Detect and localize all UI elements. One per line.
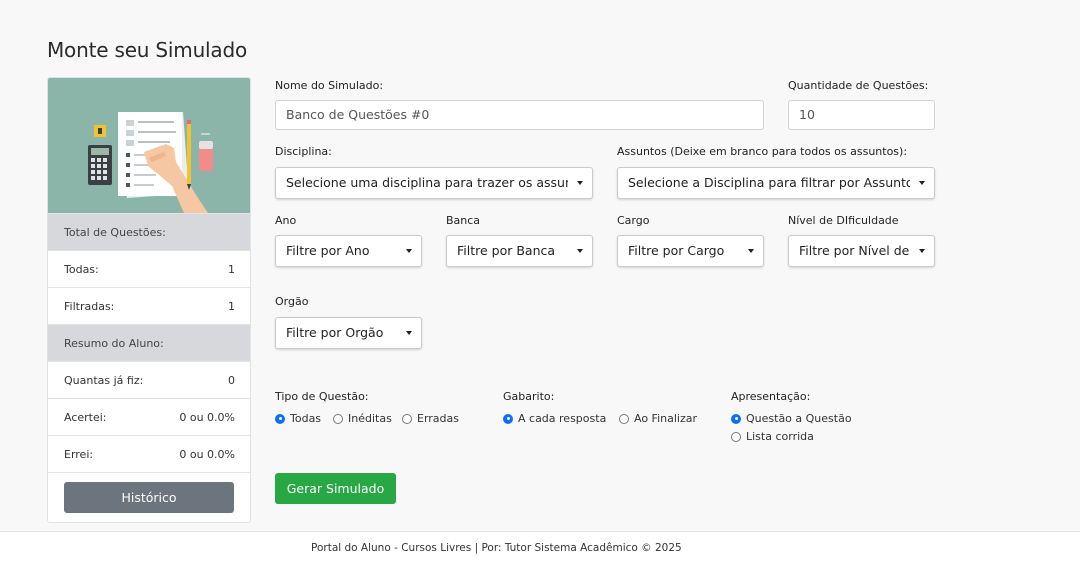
tipo-label: Tipo de Questão: — [275, 390, 369, 403]
errei-value: 0 ou 0.0% — [179, 448, 235, 461]
historico-button[interactable]: Histórico — [64, 482, 234, 513]
radio-gabarito-cada[interactable]: A cada resposta — [503, 412, 606, 425]
radio-checked-icon[interactable] — [731, 413, 741, 424]
ano-select-text: Filtre por Ano — [286, 243, 370, 258]
nome-label: Nome do Simulado: — [275, 79, 384, 92]
nivel-label: Nível de DIficuldade — [788, 214, 899, 227]
chevron-down-icon — [919, 249, 925, 253]
quantas-value: 0 — [228, 374, 235, 387]
chevron-down-icon — [748, 249, 754, 253]
nivel-select[interactable]: Filtre por Nível de Dificuldade — [788, 235, 935, 267]
study-illustration — [48, 78, 250, 213]
filtradas-row: Filtradas: 1 — [48, 287, 250, 324]
chevron-down-icon — [406, 249, 412, 253]
disciplina-select-text: Selecione uma disciplina para trazer os … — [286, 175, 568, 190]
radio-unchecked-icon[interactable] — [333, 413, 343, 424]
gerar-simulado-button[interactable]: Gerar Simulado — [275, 473, 396, 504]
nome-input[interactable]: Banco de Questões #0 — [275, 100, 764, 130]
radio-tipo-todas[interactable]: Todas — [275, 412, 321, 425]
radio-checked-icon[interactable] — [503, 413, 513, 424]
banca-select[interactable]: Filtre por Banca — [446, 235, 593, 267]
chevron-down-icon — [406, 331, 412, 335]
radio-tipo-ineditas[interactable]: Inéditas — [333, 412, 392, 425]
radio-tipo-ineditas-label: Inéditas — [348, 412, 392, 425]
filtradas-label: Filtradas: — [64, 300, 115, 313]
assuntos-select[interactable]: Selecione a Disciplina para filtrar por … — [617, 167, 935, 199]
gabarito-label: Gabarito: — [503, 390, 555, 403]
radio-apresentacao-questao[interactable]: Questão a Questão — [731, 412, 852, 425]
quantas-row: Quantas já fiz: 0 — [48, 361, 250, 398]
radio-apresentacao-lista-label: Lista corrida — [746, 430, 814, 443]
radio-tipo-erradas-label: Erradas — [417, 412, 459, 425]
quantidade-input[interactable]: 10 — [788, 100, 935, 130]
orgao-select-text: Filtre por Orgão — [286, 325, 384, 340]
chevron-down-icon — [919, 181, 925, 185]
radio-checked-icon[interactable] — [275, 413, 285, 424]
summary-card: Total de Questões: Todas: 1 Filtradas: 1… — [47, 77, 251, 523]
apresentacao-label: Apresentação: — [731, 390, 811, 403]
errei-row: Errei: 0 ou 0.0% — [48, 435, 250, 472]
total-questions-header: Total de Questões: — [48, 213, 250, 250]
radio-gabarito-cada-label: A cada resposta — [518, 412, 607, 425]
nivel-select-text: Filtre por Nível de Dificuldade — [799, 243, 910, 258]
footer: Portal do Aluno - Cursos Livres | Por: T… — [0, 531, 1080, 562]
todas-label: Todas: — [64, 263, 99, 276]
ano-select[interactable]: Filtre por Ano — [275, 235, 422, 267]
ano-label: Ano — [275, 214, 297, 227]
errei-label: Errei: — [64, 448, 94, 461]
radio-tipo-erradas[interactable]: Erradas — [402, 412, 459, 425]
disciplina-select[interactable]: Selecione uma disciplina para trazer os … — [275, 167, 593, 199]
footer-text: Portal do Aluno - Cursos Livres | Por: T… — [311, 542, 682, 554]
radio-gabarito-finalizar[interactable]: Ao Finalizar — [619, 412, 697, 425]
radio-apresentacao-lista[interactable]: Lista corrida — [731, 430, 814, 443]
total-questions-label: Total de Questões: — [64, 226, 166, 239]
page-title: Monte seu Simulado — [47, 38, 247, 62]
student-summary-header: Resumo do Aluno: — [48, 324, 250, 361]
radio-tipo-todas-label: Todas — [290, 412, 322, 425]
assuntos-select-text: Selecione a Disciplina para filtrar por … — [628, 175, 910, 190]
cargo-select[interactable]: Filtre por Cargo — [617, 235, 764, 267]
acertei-row: Acertei: 0 ou 0.0% — [48, 398, 250, 435]
todas-row: Todas: 1 — [48, 250, 250, 287]
disciplina-label: Disciplina: — [275, 145, 332, 158]
cargo-label: Cargo — [617, 214, 650, 227]
radio-gabarito-finalizar-label: Ao Finalizar — [634, 412, 698, 425]
acertei-value: 0 ou 0.0% — [179, 411, 235, 424]
quantidade-label: Quantidade de Questões: — [788, 79, 929, 92]
orgao-select[interactable]: Filtre por Orgão — [275, 317, 422, 349]
chevron-down-icon — [577, 249, 583, 253]
quantas-label: Quantas já fiz: — [64, 374, 144, 387]
filtradas-value: 1 — [228, 300, 235, 313]
student-summary-label: Resumo do Aluno: — [64, 337, 164, 350]
orgao-label: Orgão — [275, 295, 309, 308]
acertei-label: Acertei: — [64, 411, 107, 424]
radio-unchecked-icon[interactable] — [619, 413, 629, 424]
banca-select-text: Filtre por Banca — [457, 243, 556, 258]
radio-unchecked-icon[interactable] — [402, 413, 412, 424]
radio-apresentacao-questao-label: Questão a Questão — [746, 412, 852, 425]
assuntos-label: Assuntos (Deixe em branco para todos os … — [617, 145, 908, 158]
radio-unchecked-icon[interactable] — [731, 431, 741, 442]
cargo-select-text: Filtre por Cargo — [628, 243, 725, 258]
todas-value: 1 — [228, 263, 235, 276]
chevron-down-icon — [577, 181, 583, 185]
banca-label: Banca — [446, 214, 481, 227]
